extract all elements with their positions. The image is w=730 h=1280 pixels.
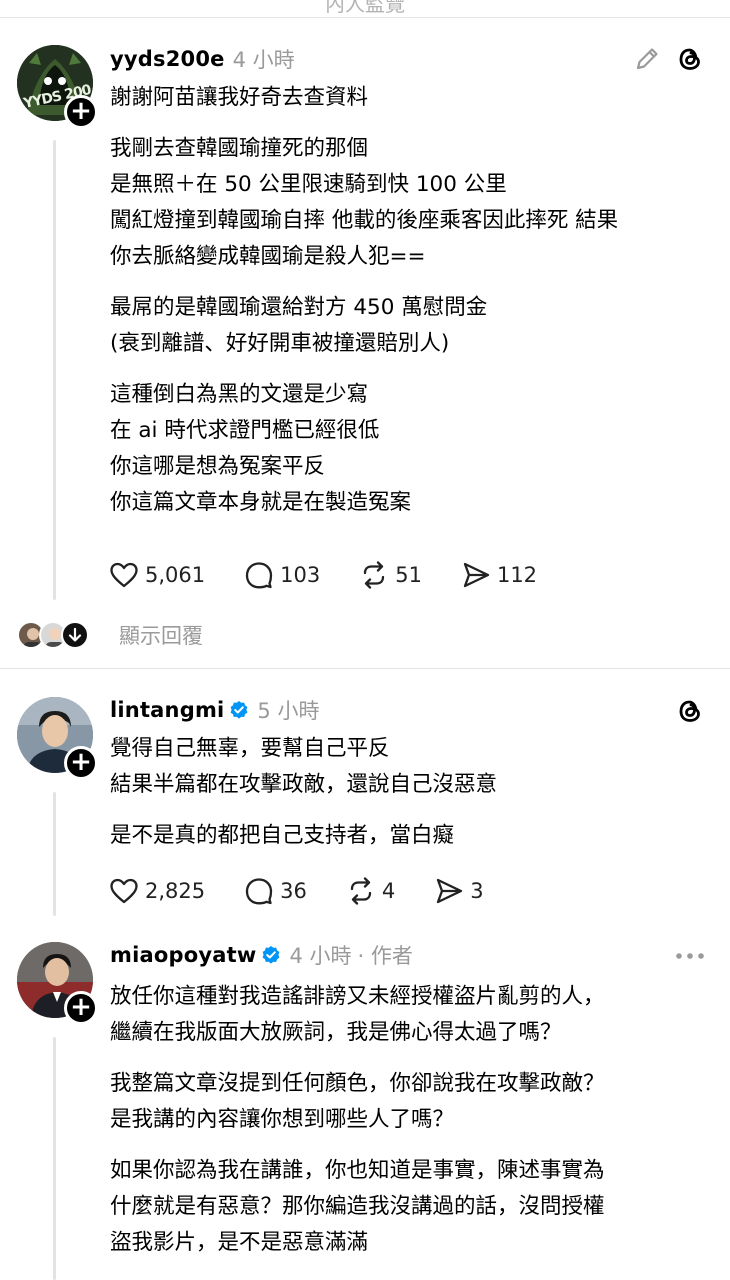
timestamp[interactable]: 4 小時: [289, 940, 351, 970]
repost-icon: [364, 561, 385, 589]
divider: [0, 668, 730, 669]
paragraph: 放任你這種對我造謠誹謗又未經授權盜片亂剪的人， 繼續在我版面大放厥詞，我是佛心得…: [110, 979, 710, 1051]
repost-button[interactable]: 4: [345, 875, 395, 907]
thread-line: [53, 792, 56, 916]
text-line: 闖紅燈撞到韓國瑜自摔 他載的後座乘客因此摔死 結果: [110, 208, 619, 233]
paragraph: 謝謝阿苗讓我好奇去查資料: [110, 80, 710, 116]
username[interactable]: lintangmi: [110, 698, 224, 722]
like-button[interactable]: 2,825: [108, 875, 205, 907]
text-line: 覺得自己無辜，要幫自己平反: [110, 736, 390, 761]
paragraph: 是不是真的都把自己支持者，當白癡: [110, 818, 710, 854]
text-line: 我整篇文章沒提到任何顏色，你卻說我在攻擊政敵？: [110, 1071, 605, 1096]
paragraph: 覺得自己無辜，要幫自己平反 結果半篇都在攻擊政敵，還說自己沒惡意: [110, 731, 710, 803]
threads-logo-icon[interactable]: [674, 695, 706, 727]
repost-count: 51: [395, 563, 422, 587]
heart-icon: [110, 878, 138, 904]
comment-count: 103: [280, 563, 321, 587]
threads-logo-icon[interactable]: [674, 43, 706, 75]
post-body: 謝謝阿苗讓我好奇去查資料 我剛去查韓國瑜撞死的那個 是無照＋在 50 公里限速騎…: [110, 80, 710, 536]
text-line: 我剛去查韓國瑜撞死的那個: [110, 136, 369, 161]
text-line: 是我講的內容讓你想到哪些人了嗎？: [110, 1107, 455, 1132]
text-line: 你這哪是想為冤案平反: [110, 454, 326, 479]
share-count: 112: [496, 563, 538, 587]
previous-post-cutoff: 內人監覽: [0, 0, 730, 18]
text-line: 繼續在我版面大放厥詞，我是佛心得太過了嗎？: [110, 1020, 562, 1045]
like-count: 2,825: [145, 879, 206, 903]
repost-count: 4: [381, 879, 396, 903]
text-line: 是不是真的都把自己支持者，當白癡: [110, 823, 455, 848]
repost-icon: [350, 877, 372, 905]
send-icon: [463, 562, 490, 588]
text-line: 你去脈絡變成韓國瑜是殺人犯==: [110, 244, 426, 269]
paragraph: 最屌的是韓國瑜還給對方 450 萬慰問金 (衰到離譜、好好開車被撞還賠別人): [110, 290, 710, 362]
like-count: 5,061: [145, 563, 206, 587]
heart-icon: [110, 562, 138, 588]
timestamp[interactable]: 5 小時: [257, 695, 319, 725]
paragraph: 這種倒白為黑的文還是少寫 在 ai 時代求證門檻已經很低 你這哪是想為冤案平反 …: [110, 377, 710, 521]
text-line: (衰到離譜、好好開車被撞還賠別人): [110, 331, 450, 356]
follow-plus-icon[interactable]: +: [64, 991, 98, 1025]
username[interactable]: miaopoyatw: [110, 943, 256, 967]
comment-bubble-icon: [245, 562, 273, 589]
verified-badge-icon: [263, 946, 280, 964]
show-replies-label[interactable]: 顯示回覆: [119, 620, 203, 650]
paragraph: 我整篇文章沒提到任何顏色，你卻說我在攻擊政敵？ 是我講的內容讓你想到哪些人了嗎？: [110, 1066, 710, 1138]
post-header: yyds200e 4 小時: [110, 43, 295, 75]
send-icon: [437, 878, 463, 904]
paragraph: 如果你認為我在講誰，你也知道是事實，陳述事實為 什麼就是有惡意？那你編造我沒講過…: [110, 1153, 710, 1261]
username[interactable]: yyds200e: [110, 47, 225, 71]
comment-button[interactable]: 103: [243, 559, 320, 591]
repost-button[interactable]: 51: [358, 559, 422, 591]
timestamp[interactable]: 4 小時: [233, 44, 295, 74]
action-bar: 2,825 36 4 3: [108, 874, 522, 908]
cutoff-text: 內人監覽: [325, 0, 405, 16]
thread-line: [53, 1037, 56, 1280]
post-body: 放任你這種對我造謠誹謗又未經授權盜片亂剪的人， 繼續在我版面大放厥詞，我是佛心得…: [110, 979, 710, 1276]
text-line: 放任你這種對我造謠誹謗又未經授權盜片亂剪的人，: [110, 984, 605, 1009]
text-line: 結果半篇都在攻擊政敵，還說自己沒惡意: [110, 772, 498, 797]
text-line: 這種倒白為黑的文還是少寫: [110, 382, 369, 407]
thread-line: [53, 140, 56, 600]
text-line: 在 ai 時代求證門檻已經很低: [110, 418, 380, 443]
post-body: 覺得自己無辜，要幫自己平反 結果半篇都在攻擊政敵，還說自己沒惡意 是不是真的都把…: [110, 731, 710, 869]
paragraph: 我剛去查韓國瑜撞死的那個 是無照＋在 50 公里限速騎到快 100 公里 闖紅燈…: [110, 131, 710, 275]
show-replies-row[interactable]: 顯示回覆: [17, 620, 203, 650]
verified-badge-icon: [231, 701, 248, 719]
text-line: 謝謝阿苗讓我好奇去查資料: [110, 85, 369, 110]
share-button[interactable]: 3: [433, 875, 484, 907]
arrow-down-icon: [61, 621, 89, 649]
post-header: lintangmi 5 小時: [110, 694, 319, 726]
text-line: 你這篇文章本身就是在製造冤案: [110, 490, 412, 515]
share-count: 3: [470, 879, 484, 903]
comment-bubble-icon: [245, 878, 273, 905]
more-options-icon[interactable]: [674, 942, 706, 970]
share-button[interactable]: 112: [460, 559, 537, 591]
text-line: 最屌的是韓國瑜還給對方 450 萬慰問金: [110, 295, 488, 320]
text-line: 如果你認為我在講誰，你也知道是事實，陳述事實為: [110, 1158, 605, 1183]
like-button[interactable]: 5,061: [108, 559, 205, 591]
comment-button[interactable]: 36: [243, 875, 307, 907]
text-line: 是無照＋在 50 公里限速騎到快 100 公里: [110, 172, 507, 197]
text-line: 盜我影片，是不是惡意滿滿: [110, 1230, 369, 1255]
follow-plus-icon[interactable]: +: [64, 95, 98, 129]
comment-count: 36: [280, 879, 307, 903]
action-bar: 5,061 103 51 112: [108, 558, 575, 592]
edit-pencil-icon[interactable]: [632, 44, 662, 74]
follow-plus-icon[interactable]: +: [64, 746, 98, 780]
text-line: 什麼就是有惡意？那你編造我沒講過的話，沒問授權: [110, 1194, 605, 1219]
post-header: miaopoyatw 4 小時 · 作者: [110, 939, 413, 971]
author-tag: · 作者: [357, 944, 413, 968]
